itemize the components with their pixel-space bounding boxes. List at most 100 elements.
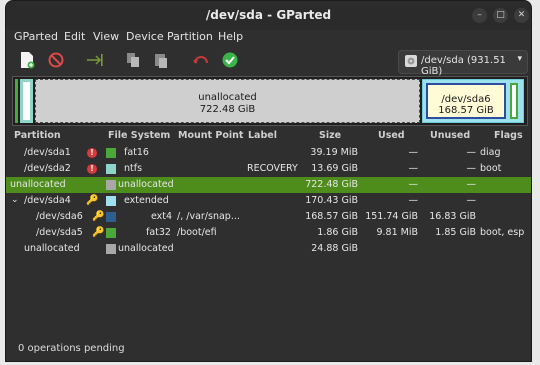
chevron-down-icon: ▾ — [517, 54, 522, 64]
used: — — [408, 163, 419, 174]
window-title: /dev/sda - GParted — [205, 8, 332, 22]
partition-name: unallocated — [10, 179, 66, 190]
column-label[interactable]: Label — [248, 130, 277, 141]
filesystem-swatch — [106, 196, 116, 206]
new-partition-icon[interactable] — [18, 51, 36, 69]
unused: — — [466, 195, 477, 206]
table-row[interactable]: unallocated unallocated 24.88 GiB — [6, 241, 531, 257]
menu-bar: GParted Edit View Device Partition Help — [6, 30, 531, 48]
partition-table-header: Partition File System Mount Point Label … — [6, 129, 531, 143]
map-sda6-name: /dev/sda6 — [441, 94, 491, 105]
map-unallocated-size: 722.48 GiB — [199, 104, 256, 115]
menu-partition[interactable]: Partition — [167, 30, 213, 44]
partition-name: /dev/sda2 — [24, 163, 71, 174]
partition-name: /dev/sda5 — [36, 227, 83, 238]
hard-disk-icon — [405, 55, 417, 67]
menu-gparted[interactable]: GParted — [14, 30, 58, 44]
undo-icon[interactable] — [192, 51, 210, 69]
title-bar: /dev/sda - GParted – □ ✕ — [6, 1, 531, 30]
map-segment-sda5[interactable] — [510, 83, 518, 119]
column-used[interactable]: Used — [378, 130, 405, 141]
size: 1.86 GiB — [317, 227, 358, 238]
device-selector[interactable]: /dev/sda (931.51 GiB) ▾ — [398, 50, 528, 77]
resize-move-icon[interactable] — [86, 51, 104, 69]
unused: — — [466, 179, 477, 190]
paste-icon[interactable] — [152, 51, 170, 69]
filesystem: ntfs — [124, 163, 143, 174]
partition-name: /dev/sda1 — [24, 147, 71, 158]
table-row-selected[interactable]: unallocated unallocated 722.48 GiB — — — [6, 177, 531, 193]
map-segment-sda6[interactable]: /dev/sda6 168.57 GiB — [426, 83, 506, 119]
map-segment-extended[interactable]: /dev/sda6 168.57 GiB — [422, 79, 524, 123]
flags: boot — [480, 163, 502, 174]
size: 170.43 GiB — [305, 195, 358, 206]
status-bar: 0 operations pending — [18, 343, 125, 354]
expander-chevron-down-icon[interactable]: ⌄ — [11, 195, 19, 205]
map-sda6-size: 168.57 GiB — [438, 105, 494, 116]
menu-edit[interactable]: Edit — [64, 30, 85, 44]
warning-icon: ! — [87, 164, 97, 174]
filesystem-swatch — [106, 244, 116, 254]
menu-view[interactable]: View — [93, 30, 119, 44]
copy-icon[interactable] — [124, 51, 142, 69]
disk-map: unallocated 722.48 GiB /dev/sda6 168.57 … — [12, 76, 528, 126]
unused: 1.85 GiB — [435, 227, 476, 238]
filesystem: unallocated — [118, 179, 174, 190]
filesystem-swatch — [106, 164, 116, 174]
column-file-system[interactable]: File System — [108, 130, 170, 141]
used: — — [408, 179, 419, 190]
gparted-window: /dev/sda - GParted – □ ✕ GParted Edit Vi… — [5, 0, 532, 362]
warning-icon: ! — [87, 148, 97, 158]
column-flags[interactable]: Flags — [494, 130, 523, 141]
used: — — [408, 195, 419, 206]
flags: boot, esp — [480, 227, 525, 238]
menu-device[interactable]: Device — [126, 30, 164, 44]
key-icon: 🔑 — [92, 211, 105, 222]
size: 13.69 GiB — [311, 163, 358, 174]
size: 168.57 GiB — [305, 211, 358, 222]
partition-name: unallocated — [24, 243, 80, 254]
device-selector-label: /dev/sda (931.51 GiB) — [421, 55, 506, 77]
unused: 16.83 GiB — [429, 211, 476, 222]
column-size[interactable]: Size — [319, 130, 341, 141]
table-row[interactable]: /dev/sda5 🔑 fat32 /boot/efi 1.86 GiB 9.8… — [6, 225, 531, 241]
filesystem: fat16 — [124, 147, 149, 158]
filesystem-swatch — [106, 212, 116, 222]
used: — — [408, 147, 419, 158]
table-row[interactable]: /dev/sda1 ! fat16 39.19 MiB — — diag — [6, 145, 531, 161]
size: 39.19 MiB — [310, 147, 358, 158]
apply-icon[interactable] — [221, 51, 239, 69]
filesystem-swatch — [106, 228, 116, 238]
unused: — — [466, 147, 477, 158]
table-row[interactable]: /dev/sda2 ! ntfs RECOVERY 13.69 GiB — — … — [6, 161, 531, 177]
map-segment-sda1[interactable] — [15, 79, 18, 123]
map-segment-unallocated[interactable]: unallocated 722.48 GiB — [35, 79, 420, 123]
table-row[interactable]: /dev/sda6 🔑 ext4 /, /var/snap... 168.57 … — [6, 209, 531, 225]
partition-name: /dev/sda6 — [36, 211, 83, 222]
table-row[interactable]: ⌄ /dev/sda4 🔑 extended 170.43 GiB — — — [6, 193, 531, 209]
toolbar: /dev/sda (931.51 GiB) ▾ — [6, 48, 531, 77]
column-unused[interactable]: Unused — [430, 130, 470, 141]
filesystem: ext4 — [151, 211, 173, 222]
mount-point: /, /var/snap... — [177, 211, 240, 222]
size: 24.88 GiB — [311, 243, 358, 254]
size: 722.48 GiB — [305, 179, 358, 190]
label: RECOVERY — [247, 163, 298, 174]
minimize-icon[interactable]: – — [472, 8, 487, 23]
filesystem-swatch — [106, 180, 116, 190]
menu-help[interactable]: Help — [218, 30, 243, 44]
key-icon: 🔑 — [86, 195, 99, 206]
delete-partition-icon[interactable] — [47, 51, 65, 69]
close-icon[interactable]: ✕ — [514, 8, 529, 23]
column-partition[interactable]: Partition — [14, 130, 61, 141]
key-icon: 🔑 — [92, 227, 105, 238]
filesystem: unallocated — [118, 243, 174, 254]
partition-name: /dev/sda4 — [24, 195, 71, 206]
used: 9.81 MiB — [376, 227, 418, 238]
column-mount-point[interactable]: Mount Point — [178, 130, 243, 141]
mount-point: /boot/efi — [177, 227, 217, 238]
maximize-icon[interactable]: □ — [493, 8, 508, 23]
used: 151.74 GiB — [365, 211, 418, 222]
map-segment-sda2[interactable] — [20, 79, 33, 123]
filesystem: fat32 — [146, 227, 171, 238]
